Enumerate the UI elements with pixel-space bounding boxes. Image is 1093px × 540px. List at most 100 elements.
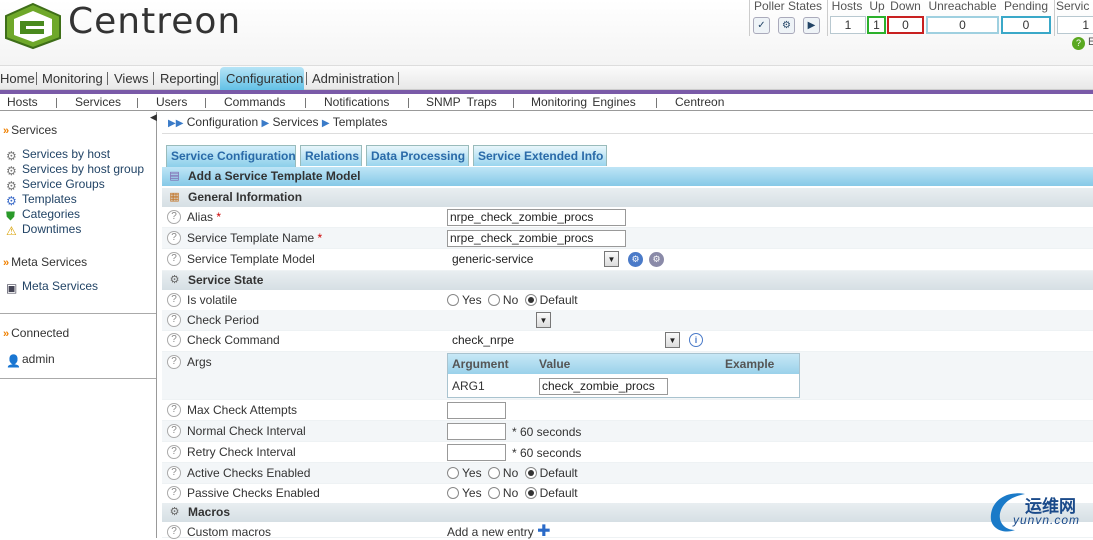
retry-check-interval-label: Retry Check Interval <box>187 445 296 459</box>
subnav-notifications[interactable]: Notifications <box>324 95 389 110</box>
sidebar-item-services-by-hostgroup[interactable]: ⚙ Services by host group <box>6 162 144 178</box>
user-icon: 👤 <box>6 354 21 368</box>
passive-default-radio[interactable] <box>524 487 537 499</box>
volatile-no-radio[interactable] <box>487 294 500 306</box>
nav-administration[interactable]: Administration <box>312 69 394 89</box>
help-icon[interactable]: ? <box>167 486 181 500</box>
max-check-attempts-input[interactable] <box>447 402 506 419</box>
breadcrumb-services[interactable]: Services <box>273 115 319 129</box>
unreachable-count[interactable]: 0 <box>926 16 999 34</box>
sidebar-item-services-by-host[interactable]: ⚙ Services by host <box>6 147 110 163</box>
help-icon[interactable]: ? <box>167 252 181 266</box>
help-icon[interactable]: ? <box>167 231 181 245</box>
is-volatile-label: Is volatile <box>187 293 238 307</box>
args-header-argument: Argument <box>452 357 509 371</box>
arg-name: ARG1 <box>452 379 485 393</box>
subnav-commands[interactable]: Commands <box>224 95 285 110</box>
gears-icon: ⚙ <box>169 506 180 518</box>
retry-check-interval-input[interactable] <box>447 444 506 461</box>
info-icon[interactable]: i <box>689 333 703 347</box>
poller-gear-icon[interactable]: ⚙ <box>778 17 795 34</box>
help-icon[interactable]: ? <box>167 333 181 347</box>
args-header-example: Example <box>725 357 775 371</box>
clipboard-icon: ▦ <box>169 191 180 203</box>
gear-icon: ⚙ <box>6 149 17 163</box>
watermark-swirl-icon <box>990 493 1025 532</box>
active-checks-label: Active Checks Enabled <box>187 466 311 480</box>
service-template-name-label: Service Template Name * <box>187 231 323 245</box>
service-template-model-select[interactable]: generic-service ▼ <box>447 251 621 269</box>
subnav-services[interactable]: Services <box>75 95 121 110</box>
hosts-count[interactable]: 1 <box>830 16 866 34</box>
gear-info-icon[interactable]: ⚙ <box>628 252 643 267</box>
normal-check-interval-input[interactable] <box>447 423 506 440</box>
args-table-header: Argument Value Example <box>448 354 799 374</box>
help-icon[interactable]: ? <box>167 525 181 539</box>
help-icon[interactable]: ? <box>167 466 181 480</box>
help-icon[interactable]: ? <box>167 424 181 438</box>
active-no-radio[interactable] <box>487 467 500 479</box>
collapse-sidebar-icon[interactable]: ◀ <box>150 112 157 123</box>
table-row: ARG1 check_zombie_procs <box>448 374 799 397</box>
tab-data-processing[interactable]: Data Processing <box>366 145 469 166</box>
nav-configuration[interactable]: Configuration <box>226 69 303 89</box>
breadcrumb-configuration[interactable]: Configuration <box>187 115 258 129</box>
help-icon[interactable]: ? <box>167 445 181 459</box>
service-template-name-input[interactable]: nrpe_check_zombie_procs <box>447 230 626 247</box>
row-alias: ? Alias * nrpe_check_zombie_procs <box>162 207 1093 228</box>
nav-monitoring[interactable]: Monitoring <box>42 69 103 89</box>
section-service-state: ⚙ Service State <box>162 271 1093 290</box>
subnav-hosts[interactable]: Hosts <box>7 95 38 110</box>
services-count[interactable]: 1 <box>1057 16 1093 34</box>
subnav-monitoring-engines[interactable]: Monitoring Engines <box>531 95 636 110</box>
row-custom-macros: ? Custom macros Add a new entry ✚ <box>162 522 1093 540</box>
nav-home[interactable]: Home <box>0 69 35 89</box>
help-icon[interactable]: ? <box>167 313 181 327</box>
passive-yes-radio[interactable] <box>447 487 459 499</box>
tab-service-extended-info[interactable]: Service Extended Info <box>473 145 607 166</box>
chevron-down-icon[interactable]: ▼ <box>536 312 551 328</box>
check-command-select[interactable]: check_nrpe ▼ <box>447 332 681 350</box>
chevron-down-icon[interactable]: ▼ <box>665 332 680 348</box>
sidebar-item-downtimes[interactable]: ⚠ Downtimes <box>6 222 81 238</box>
alias-input[interactable]: nrpe_check_zombie_procs <box>447 209 626 226</box>
sidebar-item-meta-services[interactable]: ▣ Meta Services <box>6 279 98 295</box>
pending-count[interactable]: 0 <box>1001 16 1051 34</box>
poller-status-icon[interactable]: ✓ <box>753 17 770 34</box>
check-period-label: Check Period <box>187 313 260 327</box>
down-label: Down <box>890 0 921 13</box>
subnav-snmp-traps[interactable]: SNMP Traps <box>426 95 497 110</box>
add-new-entry-link[interactable]: Add a new entry ✚ <box>447 524 550 540</box>
check-period-select[interactable]: ▼ <box>447 312 553 330</box>
passive-no-radio[interactable] <box>487 487 500 499</box>
poller-flag-icon[interactable]: ▶ <box>803 17 820 34</box>
help-icon[interactable]: ? <box>167 355 181 369</box>
chevron-down-icon[interactable]: ▼ <box>604 251 619 267</box>
sub-navigation: Hosts Services Users Commands Notificati… <box>0 94 1093 111</box>
down-count[interactable]: 0 <box>887 16 924 34</box>
active-default-radio[interactable] <box>524 467 537 479</box>
volatile-yes-radio[interactable] <box>447 294 459 306</box>
nav-reporting[interactable]: Reporting <box>160 69 216 89</box>
sidebar-user-admin[interactable]: 👤admin <box>6 352 55 368</box>
gear-icon[interactable]: ⚙ <box>649 252 664 267</box>
breadcrumb-templates[interactable]: Templates <box>333 115 388 129</box>
normal-interval-unit: * 60 seconds <box>512 425 582 439</box>
sidebar-item-service-groups[interactable]: ⚙ Service Groups <box>6 177 105 193</box>
subnav-centreon[interactable]: Centreon <box>675 95 724 110</box>
subnav-users[interactable]: Users <box>156 95 187 110</box>
sidebar-item-templates[interactable]: ⚙ Templates <box>6 192 77 208</box>
tab-relations[interactable]: Relations <box>300 145 362 166</box>
warning-icon: ⚠ <box>6 224 17 238</box>
nav-views[interactable]: Views <box>114 69 148 89</box>
up-count[interactable]: 1 <box>867 16 886 34</box>
volatile-default-radio[interactable] <box>524 294 537 306</box>
tab-service-configuration[interactable]: Service Configuration <box>166 145 296 167</box>
passive-checks-label: Passive Checks Enabled <box>187 486 320 500</box>
sidebar-item-categories[interactable]: ⛊ Categories <box>6 207 80 223</box>
active-yes-radio[interactable] <box>447 467 459 479</box>
help-icon[interactable]: ? <box>167 293 181 307</box>
help-icon[interactable]: ? <box>167 403 181 417</box>
arg-value-input[interactable]: check_zombie_procs <box>539 378 668 395</box>
help-icon[interactable]: ? <box>167 210 181 224</box>
